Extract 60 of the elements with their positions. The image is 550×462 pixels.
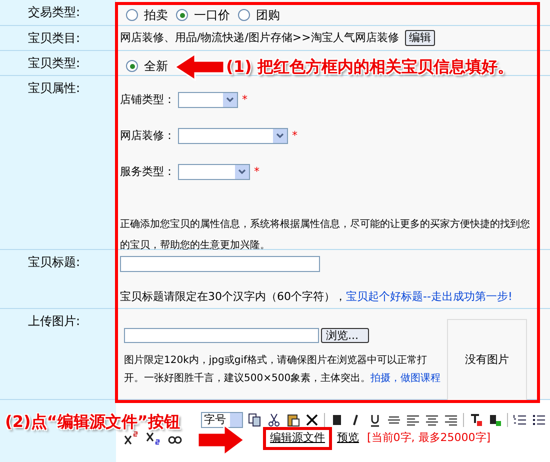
title-tips-link[interactable]: 宝贝起个好标题--走出成功第一步! — [346, 290, 512, 303]
right-arrow-icon — [198, 424, 244, 456]
chevron-down-icon — [238, 169, 246, 175]
required-mark: * — [254, 164, 260, 180]
radio-label: 一口价 — [194, 7, 230, 24]
required-mark: * — [292, 128, 298, 144]
label-cell: 上传图片: — [0, 309, 116, 399]
edit-button[interactable]: 编辑 — [404, 30, 435, 46]
file-path-input[interactable] — [124, 328, 319, 343]
bullet-list-icon[interactable] — [532, 413, 546, 427]
radio-label: 团购 — [256, 7, 280, 24]
browse-button[interactable]: 浏览... — [321, 328, 369, 343]
label-cell: 交易类型: — [0, 0, 116, 25]
field-label: 店铺类型 — [120, 92, 164, 108]
label-cell: 宝贝类型: — [0, 51, 116, 75]
label-cell: 宝贝类目: — [0, 26, 116, 50]
instruction-text: (2)点“编辑源文件”按钮 — [5, 411, 180, 433]
radio-button[interactable] — [238, 9, 250, 21]
required-mark: * — [242, 92, 248, 108]
title-note: 宝贝标题请限定在30个汉字内（60个字符），宝贝起个好标题--走出成功第一步! — [120, 289, 514, 305]
left-arrow-icon — [175, 53, 225, 81]
tutorial-link[interactable]: 拍摄，做图课程 — [370, 373, 441, 384]
paste-icon[interactable] — [286, 413, 300, 427]
align-right-icon[interactable] — [444, 413, 458, 427]
radio-button[interactable] — [176, 9, 188, 21]
field-separator: ： — [164, 128, 176, 144]
radio-button[interactable] — [126, 9, 138, 21]
upload-note: 图片限定120k内，jpg或gif格式，请确保图片在浏览器中可以正常打开。一张好图胜千言，建议500×500象素，主体突出。拍摄，做图课程 — [124, 354, 442, 386]
preview-button[interactable]: 预览 — [337, 430, 359, 446]
numbered-list-icon[interactable] — [513, 413, 527, 427]
font-size-select[interactable]: 字号 — [201, 412, 243, 428]
dropdown-field[interactable] — [178, 92, 238, 108]
field-label: 服务类型 — [120, 164, 164, 180]
field-label: 网店装修 — [120, 128, 164, 144]
close-icon[interactable] — [305, 413, 319, 427]
dropdown-field[interactable] — [178, 164, 250, 180]
radio-button[interactable] — [126, 60, 138, 72]
align-left-icon[interactable] — [406, 413, 420, 427]
field-separator: ： — [164, 92, 176, 108]
text-color-icon[interactable] — [469, 413, 483, 427]
chevron-down-icon — [276, 133, 284, 139]
cut-icon[interactable] — [267, 413, 281, 427]
character-counter: [当前0字, 最多25000字] — [367, 430, 491, 446]
label-cell: 宝贝属性: — [0, 76, 116, 249]
radio-label: 全新 — [144, 58, 168, 75]
field-separator: ： — [164, 164, 176, 180]
copy-icon[interactable] — [248, 413, 262, 427]
highlight-color-icon[interactable] — [488, 413, 502, 427]
dropdown-field[interactable] — [178, 128, 288, 144]
title-input[interactable] — [120, 256, 320, 272]
chevron-down-icon — [226, 97, 234, 103]
radio-label: 拍卖 — [144, 7, 168, 24]
attribute-note: 正确添加您宝贝的属性信息，系统将根据属性信息，尽可能的让更多的买家方便快捷的找到您的宝贝，帮助您的生意更加兴隆。 — [120, 218, 531, 253]
category-path: 网店装修、用品/物流快递/图片存储>>淘宝人气网店装修 — [120, 30, 399, 46]
subscript-icon[interactable] — [146, 431, 160, 446]
instruction-text: (1) 把红色方框内的相关宝贝信息填好。 — [226, 56, 514, 78]
align-center-icon[interactable] — [425, 413, 439, 427]
superscript-icon[interactable] — [124, 431, 138, 446]
underline-icon[interactable] — [368, 413, 382, 427]
label-cell: 宝贝标题: — [0, 250, 116, 308]
